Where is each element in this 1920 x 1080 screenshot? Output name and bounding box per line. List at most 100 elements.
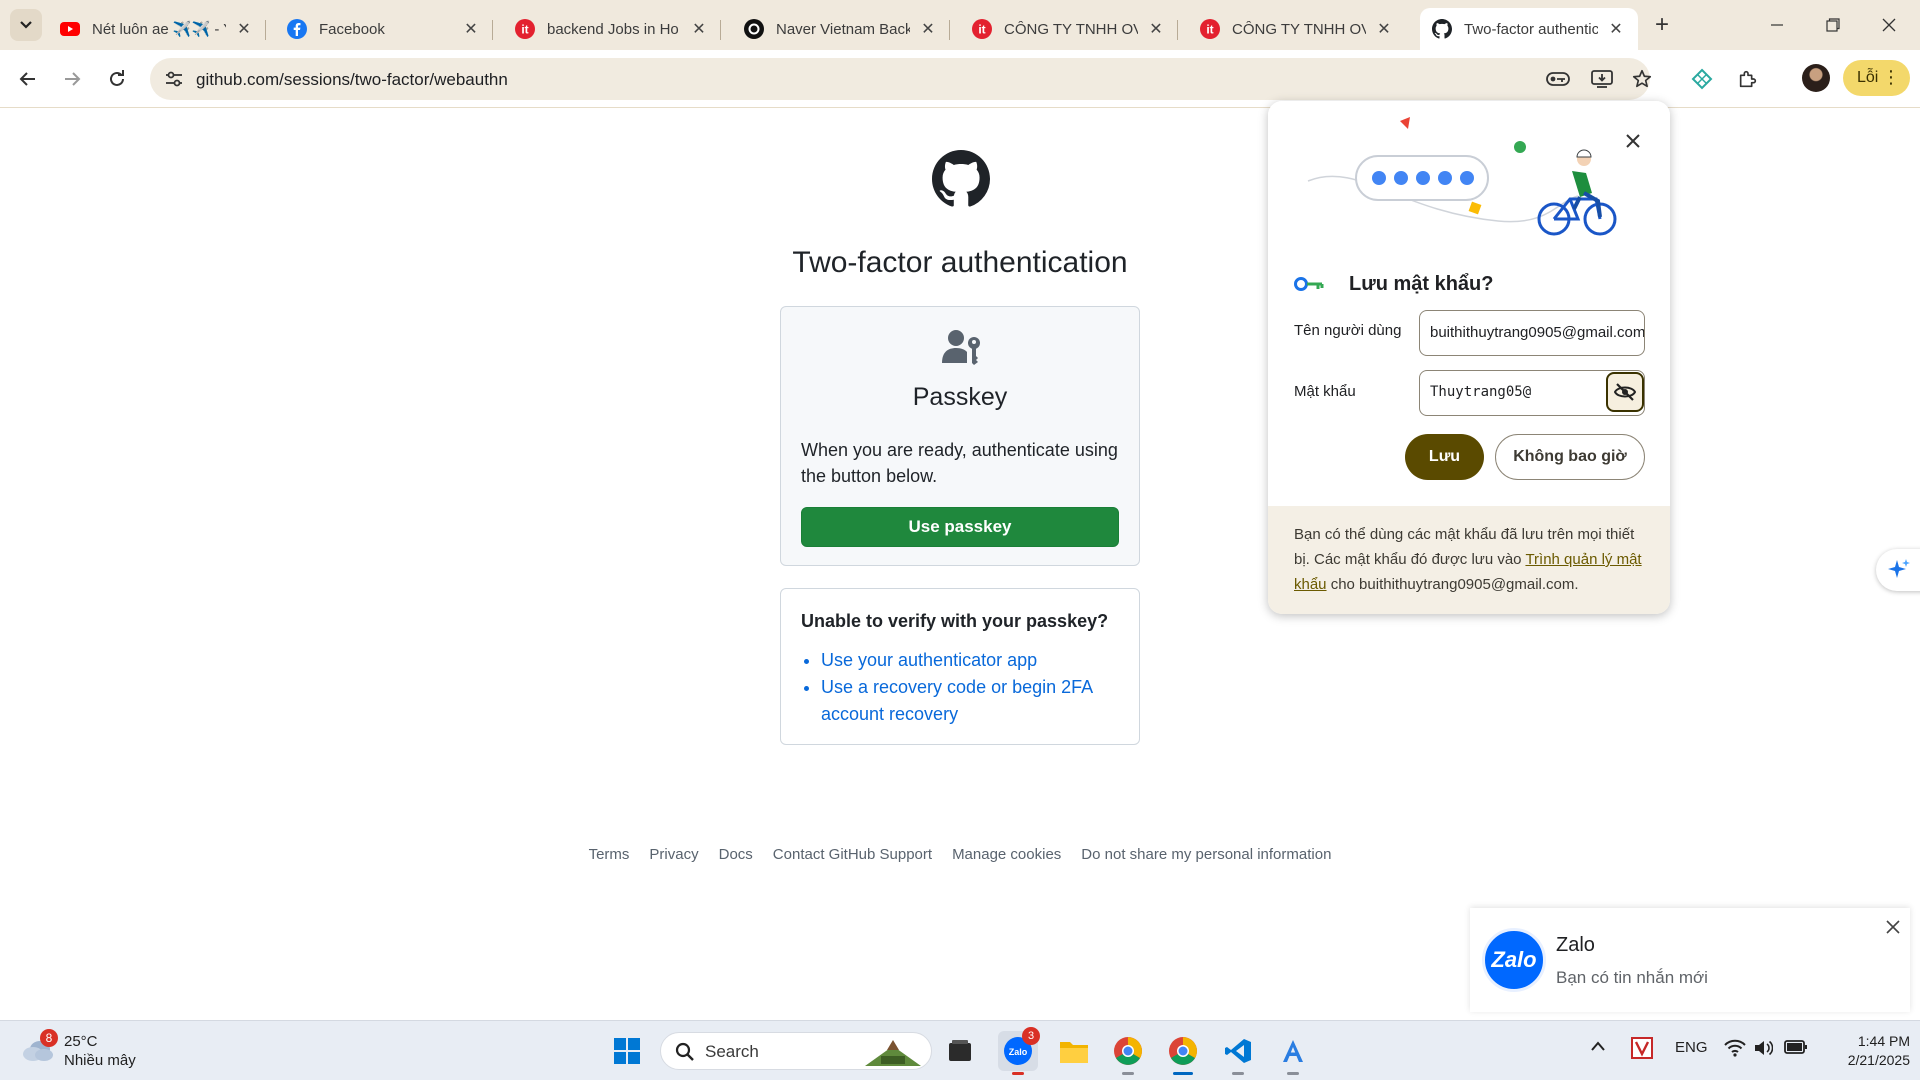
extensions-puzzle-icon[interactable] <box>1732 63 1764 95</box>
authenticator-app-link[interactable]: Use your authenticator app <box>821 647 1121 674</box>
tab-title: Naver Vietnam Backe <box>776 20 910 38</box>
language-indicator[interactable]: ENG <box>1675 1039 1708 1056</box>
tab-close-icon[interactable]: ✕ <box>1146 19 1166 39</box>
close-notification-button[interactable] <box>1882 916 1904 938</box>
footer-link-cookies[interactable]: Manage cookies <box>952 846 1061 863</box>
tab-close-icon[interactable]: ✕ <box>689 19 709 39</box>
recovery-code-link[interactable]: Use a recovery code or begin 2FA account… <box>821 674 1121 728</box>
svg-text:it: it <box>978 23 985 37</box>
folder-icon <box>1060 1042 1088 1063</box>
facebook-icon <box>287 19 307 39</box>
wifi-icon[interactable] <box>1724 1039 1746 1061</box>
tab-title: Nét luôn ae ✈️✈️ - Y <box>92 21 226 38</box>
github-logo-icon[interactable] <box>932 150 990 208</box>
taskbar-zalo[interactable]: Zalo 3 <box>998 1027 1040 1075</box>
tab-close-icon[interactable]: ✕ <box>1374 19 1394 39</box>
side-assistant-button[interactable] <box>1876 549 1920 591</box>
password-label: Mật khẩu <box>1294 383 1356 400</box>
extension-diamond-icon[interactable] <box>1686 63 1718 95</box>
profile-avatar[interactable] <box>1802 64 1830 92</box>
tab-close-icon[interactable]: ✕ <box>1606 19 1626 39</box>
close-icon <box>1626 134 1640 148</box>
svg-text:Zalo: Zalo <box>1009 1047 1028 1057</box>
password-key-icon[interactable] <box>1546 68 1570 90</box>
passkey-title: Passkey <box>912 383 1008 411</box>
tab-title: Two-factor authentic <box>1464 20 1598 38</box>
chrome-icon <box>1114 1037 1142 1065</box>
taskbar-search[interactable]: Search <box>660 1032 932 1070</box>
itviec-icon: it <box>972 19 992 39</box>
threads-icon <box>744 19 764 39</box>
tab-facebook[interactable]: Facebook ✕ <box>275 8 493 50</box>
taskbar-chrome-1[interactable] <box>1108 1031 1148 1075</box>
tab-close-icon[interactable]: ✕ <box>234 19 254 39</box>
footer-link-privacy[interactable]: Privacy <box>649 846 698 863</box>
taskbar-file-explorer[interactable] <box>1054 1031 1094 1071</box>
clock-date: 2/21/2025 <box>1847 1052 1910 1068</box>
tab-close-icon[interactable]: ✕ <box>918 19 938 39</box>
battery-icon[interactable] <box>1784 1039 1808 1059</box>
tab-strip: Nét luôn ae ✈️✈️ - Y ✕ Facebook ✕ it bac… <box>0 0 1920 50</box>
tab-itviec-company-2[interactable]: it CÔNG TY TNHH OVE ✕ <box>1188 8 1406 50</box>
tray-v-app-icon[interactable] <box>1631 1037 1653 1063</box>
footer-link-terms[interactable]: Terms <box>589 846 630 863</box>
never-save-button[interactable]: Không bao giờ <box>1495 434 1645 480</box>
tab-naver[interactable]: Naver Vietnam Backe ✕ <box>732 8 950 50</box>
forward-button[interactable] <box>56 63 88 95</box>
taskbar-app-a[interactable] <box>1273 1031 1313 1075</box>
eye-off-icon <box>1614 383 1636 401</box>
tab-title: backend Jobs in Ho C <box>547 20 681 38</box>
vscode-icon <box>1225 1039 1251 1063</box>
tab-close-icon[interactable]: ✕ <box>461 19 481 39</box>
bookmark-star-icon[interactable] <box>1630 68 1654 90</box>
close-window-button[interactable] <box>1866 10 1912 40</box>
arrow-left-icon <box>19 72 35 86</box>
search-icon <box>675 1042 694 1061</box>
new-tab-button[interactable]: + <box>1648 11 1676 39</box>
weather-alert-badge: 8 <box>40 1029 58 1047</box>
notification-app-name: Zalo <box>1556 934 1595 956</box>
install-app-icon[interactable] <box>1590 68 1614 90</box>
taskbar-vscode[interactable] <box>1218 1031 1258 1075</box>
restore-button[interactable] <box>1810 10 1856 40</box>
weather-description: Nhiều mây <box>64 1052 136 1069</box>
tab-itviec-company-1[interactable]: it CÔNG TY TNHH OVE ✕ <box>960 8 1178 50</box>
search-highlight-icon <box>865 1040 921 1066</box>
tray-overflow-icon[interactable] <box>1590 1039 1606 1056</box>
github-icon <box>1432 19 1452 39</box>
itviec-icon: it <box>515 19 535 39</box>
profile-error-button[interactable]: Lỗi ⋮ <box>1843 60 1910 96</box>
volume-icon[interactable] <box>1753 1039 1774 1061</box>
taskbar-task-view[interactable] <box>940 1031 980 1071</box>
site-settings-icon[interactable] <box>164 69 184 94</box>
close-dialog-button[interactable] <box>1621 129 1645 153</box>
save-password-dialog: Lưu mật khẩu? Tên người dùng buithithuyt… <box>1268 101 1670 614</box>
footer-link-do-not-share[interactable]: Do not share my personal information <box>1081 846 1331 863</box>
reload-button[interactable] <box>101 63 133 95</box>
page-footer: Terms Privacy Docs Contact GitHub Suppor… <box>0 846 1920 863</box>
use-passkey-button[interactable]: Use passkey <box>801 507 1119 547</box>
system-clock[interactable]: 1:44 PM 2/21/2025 <box>1820 1032 1910 1070</box>
back-button[interactable] <box>12 63 44 95</box>
tab-youtube[interactable]: Nét luôn ae ✈️✈️ - Y ✕ <box>48 8 266 50</box>
footer-link-docs[interactable]: Docs <box>719 846 753 863</box>
address-bar[interactable]: github.com/sessions/two-factor/webauthn <box>150 58 1652 100</box>
profile-error-label: Lỗi <box>1857 69 1879 86</box>
tab-itviec-jobs[interactable]: it backend Jobs in Ho C ✕ <box>503 8 721 50</box>
zalo-notification[interactable]: Zalo Zalo Bạn có tin nhắn mới <box>1470 908 1910 1012</box>
save-password-button[interactable]: Lưu <box>1405 434 1484 480</box>
taskbar-chrome-2[interactable] <box>1163 1031 1203 1075</box>
tab-search-button[interactable] <box>10 9 42 41</box>
passkey-icon <box>942 330 980 365</box>
more-vert-icon[interactable]: ⋮ <box>1882 68 1900 86</box>
passkey-card: Passkey When you are ready, authenticate… <box>780 306 1140 566</box>
username-field[interactable]: buithithuytrang0905@gmail.com <box>1419 310 1645 356</box>
minimize-button[interactable] <box>1754 10 1800 40</box>
chevron-down-icon <box>20 21 32 29</box>
weather-widget[interactable]: 8 25°C Nhiều mây <box>18 1029 188 1073</box>
toggle-password-visibility-button[interactable] <box>1606 372 1644 412</box>
footer-link-support[interactable]: Contact GitHub Support <box>773 846 932 863</box>
tab-github-2fa[interactable]: Two-factor authentic ✕ <box>1420 8 1638 50</box>
letter-a-app-icon <box>1283 1040 1303 1062</box>
start-button[interactable] <box>607 1031 647 1071</box>
